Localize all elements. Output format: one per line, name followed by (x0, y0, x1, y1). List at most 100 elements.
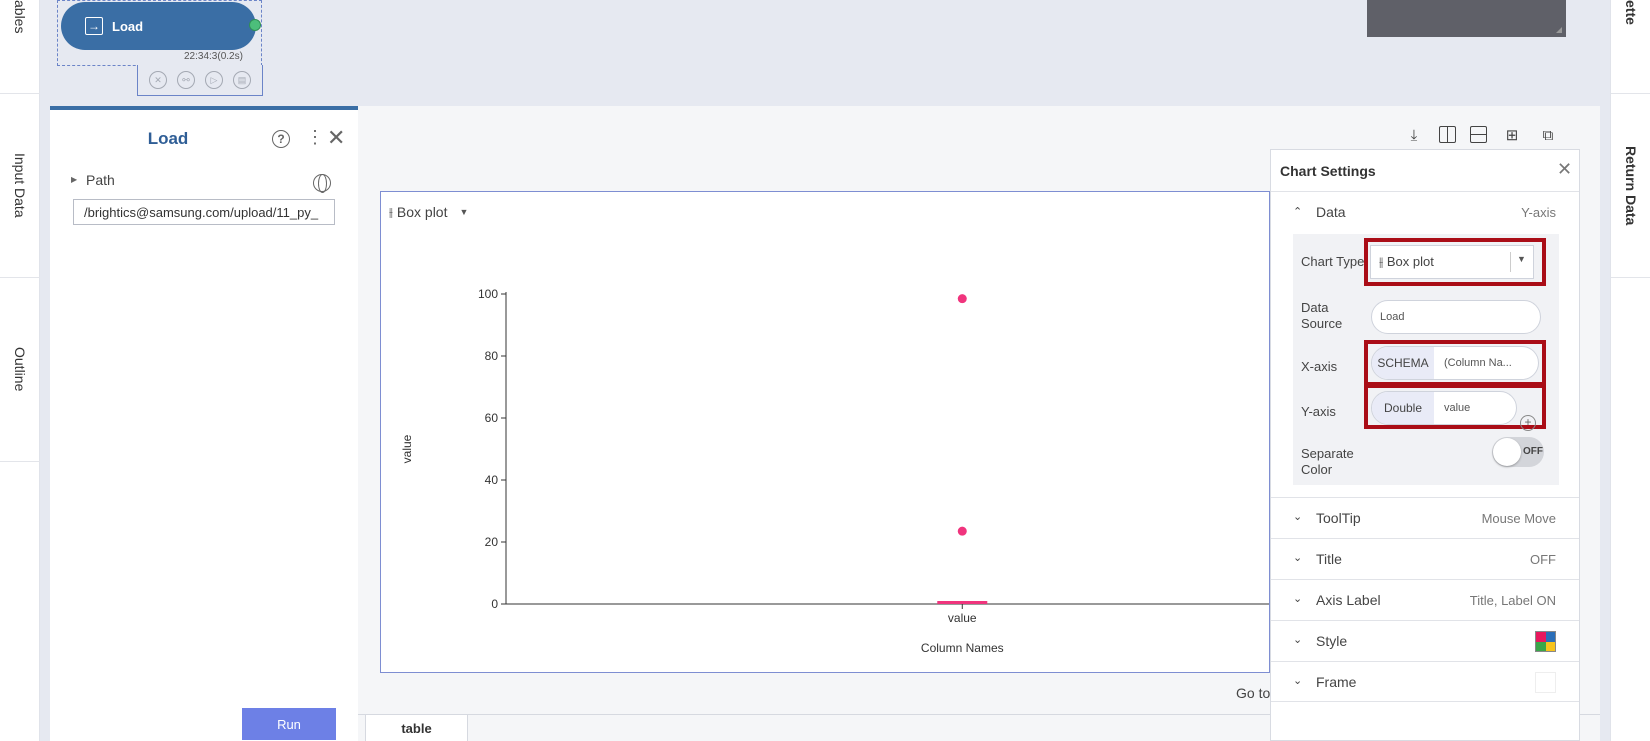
tab-return-data[interactable]: Return Data (1611, 94, 1650, 278)
y-tick-label: 20 (485, 535, 499, 549)
y-tick-label: 40 (485, 473, 499, 487)
section-style-label: Style (1316, 633, 1348, 649)
left-tab-strip: ables Input Data Outline (0, 0, 40, 741)
load-node[interactable]: → Load (61, 2, 256, 50)
y-tick-label: 60 (485, 411, 499, 425)
data-source-field[interactable]: Load (1371, 300, 1541, 334)
chevron-up-icon: ⌃ (1293, 206, 1303, 218)
kebab-icon[interactable]: ⋮ (306, 127, 324, 148)
run-button[interactable]: Run (242, 708, 336, 740)
y-tick-label: 100 (478, 287, 498, 301)
y-tick-label: 80 (485, 349, 499, 363)
tab-outline-label: Outline (12, 347, 28, 392)
x-axis-type-tag: SCHEMA (1372, 347, 1434, 379)
add-icon[interactable]: + (1520, 415, 1536, 431)
goto-link[interactable]: Go to (1236, 685, 1270, 701)
y-axis-label: Y-axis (1301, 404, 1336, 419)
minimap[interactable] (1367, 0, 1566, 37)
cancel-icon[interactable]: ✕ (149, 71, 167, 89)
section-data-value: Y-axis (1521, 205, 1556, 220)
x-axis-value: (Column Na... (1444, 357, 1512, 369)
path-input[interactable] (73, 199, 335, 225)
chart-container: ⫲ Box plot ▼ 0 20 40 60 80 100 value Column Nam… (380, 191, 1270, 673)
x-axis-title: Column Names (921, 641, 1004, 655)
tab-palette[interactable]: ette (1611, 0, 1650, 94)
section-frame[interactable]: ⌄ Frame (1271, 661, 1579, 702)
chart-type-field-label: Chart Type (1301, 254, 1365, 269)
data-section-body: Chart Type ⫲ Box plot ▼ Data Source Load… (1293, 234, 1559, 485)
y-axis-field[interactable]: Double value (1371, 391, 1517, 425)
clipboard-icon[interactable]: ▤ (233, 71, 251, 89)
close-icon[interactable]: ✕ (327, 125, 345, 151)
node-timestamp: 22:34:3(0.2s) (184, 51, 243, 62)
separate-color-toggle[interactable]: OFF (1492, 437, 1544, 467)
y-axis-type-tag: Double (1372, 392, 1434, 424)
x-axis-label: X-axis (1301, 359, 1338, 374)
node-output-port[interactable] (249, 19, 261, 31)
section-data[interactable]: ⌃ Data Y-axis (1271, 191, 1579, 233)
load-node-label: Load (112, 18, 144, 34)
box-plot-icon: ⫲ (1379, 254, 1387, 269)
tab-return-data-label: Return Data (1623, 145, 1639, 226)
path-label: Path (86, 172, 115, 188)
split-horizontal-icon[interactable] (1470, 126, 1487, 143)
section-tooltip[interactable]: ⌄ ToolTip Mouse Move (1271, 497, 1579, 538)
right-tab-strip: ette Return Data (1610, 0, 1650, 741)
x-tick-label: value (948, 611, 977, 625)
node-toolbar: ✕ ⚯ ▷ ▤ (137, 65, 263, 96)
section-axis-label-value: Title, Label ON (1469, 593, 1556, 608)
close-icon[interactable]: ✕ (1557, 159, 1572, 180)
frame-swatch (1535, 672, 1556, 693)
section-frame-label: Frame (1316, 674, 1357, 690)
y-axis-value: value (1444, 402, 1471, 414)
data-source-value: Load (1380, 311, 1405, 323)
chart-type-select[interactable]: ⫲ Box plot ▼ (1370, 245, 1534, 279)
chevron-down-icon: ⌄ (1293, 634, 1303, 646)
tab-outline[interactable]: Outline (0, 278, 40, 462)
box-plot: 0 20 40 60 80 100 value Column Names value (400, 287, 1269, 655)
palette-icon (1535, 631, 1556, 652)
x-axis-field[interactable]: SCHEMA (Column Na... (1371, 346, 1539, 380)
chart-toolbar: ⤓ ⊞ ⧉ (1403, 124, 1559, 146)
section-title-value: OFF (1530, 552, 1556, 567)
tab-variables[interactable]: ables (0, 0, 40, 94)
chevron-down-icon: ⌄ (1293, 675, 1303, 687)
y-tick-label: 0 (491, 597, 498, 611)
tab-table[interactable]: table (365, 715, 468, 741)
data-source-label: Data Source (1301, 300, 1343, 331)
box-body (937, 601, 988, 604)
section-tooltip-label: ToolTip (1316, 510, 1361, 526)
expand-caret-icon[interactable]: ▶ (71, 175, 77, 184)
properties-panel: Load ? ⋮ ✕ ▶ Path Run (50, 106, 358, 741)
chart-settings-title: Chart Settings (1280, 163, 1376, 179)
globe-icon[interactable] (313, 174, 331, 193)
tab-palette-label: ette (1623, 0, 1639, 25)
section-axis-label-label: Axis Label (1316, 592, 1381, 608)
chevron-down-icon: ⌄ (1293, 552, 1303, 564)
section-data-label: Data (1316, 204, 1346, 220)
section-style[interactable]: ⌄ Style (1271, 620, 1579, 661)
chart-type-select-value: Box plot (1386, 254, 1434, 269)
section-title-label: Title (1316, 551, 1342, 567)
toggle-state: OFF (1523, 446, 1543, 457)
chevron-down-icon: ⌄ (1293, 593, 1303, 605)
panel-title: Load (147, 129, 189, 148)
chevron-down-icon: ▼ (1517, 254, 1526, 264)
outlier-point (957, 526, 967, 536)
popout-icon[interactable]: ⧉ (1537, 124, 1559, 146)
chart-settings-panel: Chart Settings ✕ ⌃ Data Y-axis Chart Typ… (1270, 149, 1580, 741)
connect-icon[interactable]: ⚯ (177, 71, 195, 89)
tab-input-data[interactable]: Input Data (0, 94, 40, 278)
chevron-down-icon: ⌄ (1293, 511, 1303, 523)
section-title[interactable]: ⌄ Title OFF (1271, 538, 1579, 579)
split-vertical-icon[interactable] (1439, 126, 1456, 143)
download-icon[interactable]: ⤓ (1403, 124, 1425, 146)
grid-icon[interactable]: ⊞ (1501, 124, 1523, 146)
help-icon[interactable]: ? (272, 130, 290, 148)
tab-input-data-label: Input Data (12, 153, 28, 218)
outlier-point (957, 294, 967, 304)
load-icon: → (85, 17, 103, 35)
section-axis-label[interactable]: ⌄ Axis Label Title, Label ON (1271, 579, 1579, 620)
play-icon[interactable]: ▷ (205, 71, 223, 89)
separate-color-label: Separate Color (1301, 446, 1354, 477)
